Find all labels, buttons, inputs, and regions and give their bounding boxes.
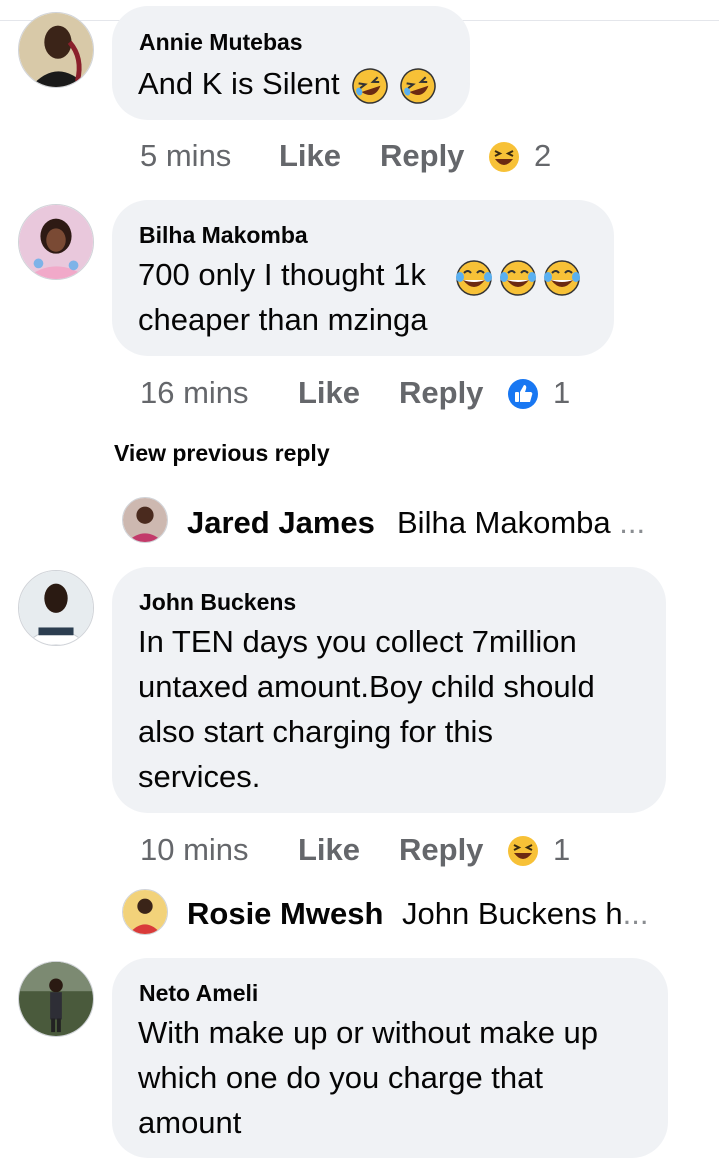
haha-reaction-icon[interactable] (487, 140, 521, 174)
avatar[interactable] (18, 204, 94, 280)
avatar[interactable] (18, 570, 94, 646)
comment-timestamp: 5 mins (140, 138, 232, 173)
comment-text: which one do you charge that (138, 1060, 543, 1095)
rolling-laughing-emoji (399, 67, 437, 105)
comment-text: untaxed amount.Boy child should (138, 669, 595, 704)
comment-author[interactable]: Annie Mutebas (139, 29, 303, 56)
like-button[interactable]: Like (279, 138, 341, 174)
comment-text: also start charging for this (138, 714, 493, 749)
like-button[interactable]: Like (298, 375, 360, 411)
comment-author[interactable]: John Buckens (139, 589, 296, 616)
comment-text: With make up or without make up (138, 1015, 599, 1050)
reply-preview[interactable]: Bilha Makomba ... (397, 505, 645, 541)
comment-author[interactable]: Neto Ameli (139, 980, 258, 1007)
tears-of-joy-emoji (542, 258, 582, 298)
like-reaction-icon[interactable] (506, 377, 540, 411)
comment-text: cheaper than mzinga (138, 302, 428, 337)
comment-bubble: Bilha Makomba 700 only I thought 1k chea… (112, 200, 614, 356)
avatar[interactable] (18, 12, 94, 88)
reply-author[interactable]: Jared James (187, 505, 375, 541)
reply-button[interactable]: Reply (399, 832, 483, 868)
comment-text: services. (138, 759, 261, 794)
comment-timestamp: 10 mins (140, 832, 249, 867)
comment-bubble: Neto Ameli With make up or without make … (112, 958, 668, 1158)
like-button[interactable]: Like (298, 832, 360, 868)
reaction-count[interactable]: 2 (534, 138, 551, 174)
reply-button[interactable]: Reply (380, 138, 464, 174)
reply-avatar[interactable] (122, 497, 168, 543)
reply-ellipsis: ... (622, 896, 649, 931)
comment-text: And K is Silent (138, 66, 340, 101)
comment-author[interactable]: Bilha Makomba (139, 222, 308, 249)
comment-text: amount (138, 1105, 242, 1140)
comment-bubble: John Buckens In TEN days you collect 7mi… (112, 567, 666, 813)
comment-bubble: Annie Mutebas And K is Silent (112, 6, 470, 120)
reply-button[interactable]: Reply (399, 375, 483, 411)
tears-of-joy-emoji (454, 258, 494, 298)
avatar[interactable] (18, 961, 94, 1037)
rolling-laughing-emoji (351, 67, 389, 105)
comment-text: 700 only I thought 1k (138, 257, 426, 292)
reply-avatar[interactable] (122, 889, 168, 935)
reaction-count[interactable]: 1 (553, 375, 570, 411)
reply-preview-text: Bilha Makomba (397, 505, 611, 540)
reply-preview-text: John Buckens h (402, 896, 623, 931)
reply-author[interactable]: Rosie Mwesh (187, 896, 383, 932)
comment-timestamp: 16 mins (140, 375, 249, 410)
reaction-count[interactable]: 1 (553, 832, 570, 868)
tears-of-joy-emoji (498, 258, 538, 298)
reply-preview[interactable]: John Buckens h... (402, 896, 648, 932)
haha-reaction-icon[interactable] (506, 834, 540, 868)
view-previous-reply-link[interactable]: View previous reply (114, 440, 330, 467)
comment-text: In TEN days you collect 7million (138, 624, 577, 659)
reply-ellipsis: ... (619, 505, 646, 540)
